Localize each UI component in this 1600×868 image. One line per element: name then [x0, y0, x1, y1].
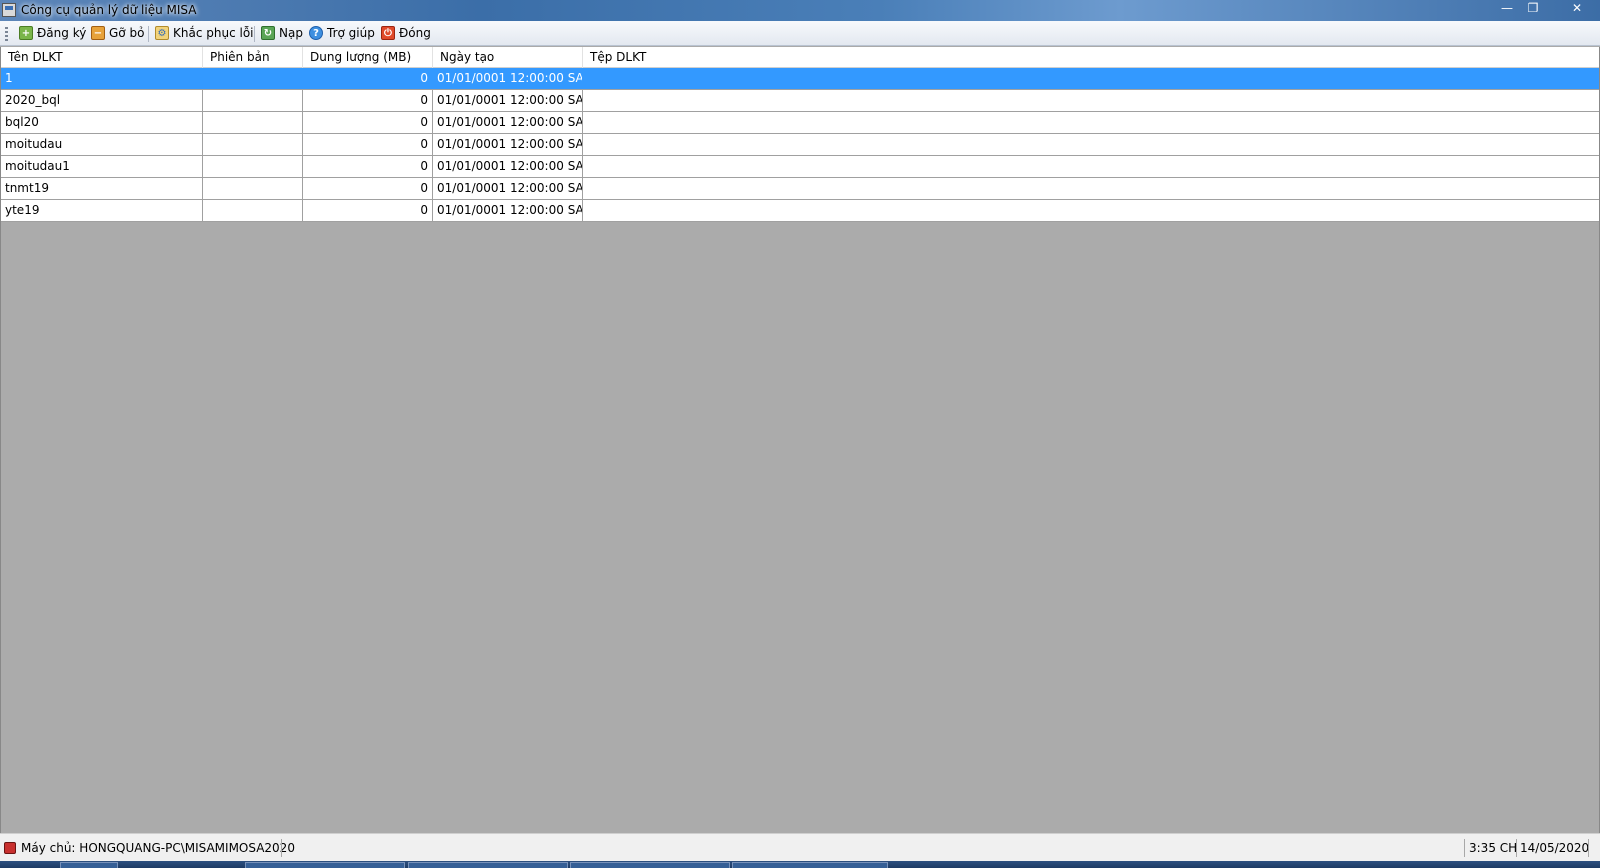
cell-name: 1: [1, 68, 203, 89]
table-row[interactable]: yte19 0 01/01/0001 12:00:00 SA: [1, 200, 1599, 222]
restore-button[interactable]: ❐: [1520, 0, 1546, 18]
cell-file: [583, 68, 1599, 89]
table-row[interactable]: 2020_bql 0 01/01/0001 12:00:00 SA: [1, 90, 1599, 112]
app-icon: [2, 3, 16, 17]
table-row[interactable]: moitudau 0 01/01/0001 12:00:00 SA: [1, 134, 1599, 156]
cell-created: 01/01/0001 12:00:00 SA: [433, 178, 583, 199]
toolbar-grip[interactable]: [5, 27, 8, 41]
column-header-file[interactable]: Tệp DLKT: [583, 47, 1599, 68]
status-separator: [1516, 839, 1517, 857]
status-bar: Máy chủ: HONGQUANG-PC\MISAMIMOSA2020 3:3…: [0, 833, 1600, 861]
repair-button[interactable]: ⚙ Khắc phục lỗi: [155, 24, 254, 42]
taskbar-item[interactable]: [245, 862, 405, 868]
cell-size: 0: [303, 112, 433, 133]
cell-file: [583, 156, 1599, 177]
remove-label: Gỡ bỏ: [109, 26, 145, 40]
cell-size: 0: [303, 178, 433, 199]
column-header-version[interactable]: Phiên bản: [203, 47, 303, 68]
cell-version: [203, 90, 303, 111]
cell-file: [583, 90, 1599, 111]
toolbar-separator: [148, 26, 149, 42]
cell-file: [583, 200, 1599, 221]
close-window-button[interactable]: ✕: [1560, 0, 1594, 18]
cell-version: [203, 68, 303, 89]
help-button[interactable]: ? Trợ giúp: [309, 24, 375, 42]
status-separator: [281, 839, 282, 857]
data-grid[interactable]: Tên DLKT Phiên bản Dung lượng (MB) Ngày …: [0, 47, 1600, 833]
toolbar-separator: [254, 26, 255, 42]
taskbar-item[interactable]: [570, 862, 730, 868]
taskbar-item[interactable]: [60, 862, 118, 868]
help-label: Trợ giúp: [327, 26, 375, 40]
toolbar: + Đăng ký − Gỡ bỏ ⚙ Khắc phục lỗi ↻ Nạp …: [0, 21, 1600, 46]
minimize-button[interactable]: —: [1494, 0, 1520, 18]
close-label: Đóng: [399, 26, 431, 40]
column-header-created[interactable]: Ngày tạo: [433, 47, 583, 68]
cell-version: [203, 134, 303, 155]
register-label: Đăng ký: [37, 26, 87, 40]
column-header-size[interactable]: Dung lượng (MB): [303, 47, 433, 68]
plus-icon: +: [19, 26, 33, 40]
cell-file: [583, 112, 1599, 133]
cell-created: 01/01/0001 12:00:00 SA: [433, 156, 583, 177]
table-row[interactable]: tnmt19 0 01/01/0001 12:00:00 SA: [1, 178, 1599, 200]
taskbar-item[interactable]: [408, 862, 568, 868]
cell-created: 01/01/0001 12:00:00 SA: [433, 112, 583, 133]
reload-button[interactable]: ↻ Nạp: [261, 24, 303, 42]
cell-file: [583, 134, 1599, 155]
cell-name: moitudau1: [1, 156, 203, 177]
cell-name: bql20: [1, 112, 203, 133]
power-icon: ⏻: [381, 26, 395, 40]
register-button[interactable]: + Đăng ký: [19, 24, 86, 42]
cell-version: [203, 112, 303, 133]
cell-created: 01/01/0001 12:00:00 SA: [433, 134, 583, 155]
cell-name: 2020_bql: [1, 90, 203, 111]
cell-size: 0: [303, 68, 433, 89]
cell-created: 01/01/0001 12:00:00 SA: [433, 90, 583, 111]
title-bar: Công cụ quản lý dữ liệu MISA — ❐ ✕: [0, 0, 1600, 21]
cell-size: 0: [303, 156, 433, 177]
cell-version: [203, 200, 303, 221]
cell-version: [203, 156, 303, 177]
reload-icon: ↻: [261, 26, 275, 40]
grid-header: Tên DLKT Phiên bản Dung lượng (MB) Ngày …: [1, 47, 1599, 68]
status-time: 3:35 CH: [1469, 841, 1518, 855]
cell-size: 0: [303, 134, 433, 155]
table-row[interactable]: moitudau1 0 01/01/0001 12:00:00 SA: [1, 156, 1599, 178]
reload-label: Nạp: [279, 26, 303, 40]
remove-icon: −: [91, 26, 105, 40]
column-header-name[interactable]: Tên DLKT: [1, 47, 203, 68]
table-row[interactable]: bql20 0 01/01/0001 12:00:00 SA: [1, 112, 1599, 134]
server-status: Máy chủ: HONGQUANG-PC\MISAMIMOSA2020: [21, 841, 295, 855]
repair-label: Khắc phục lỗi: [173, 26, 254, 40]
cell-version: [203, 178, 303, 199]
status-separator: [1588, 839, 1589, 857]
cell-size: 0: [303, 90, 433, 111]
database-server-icon: [4, 842, 16, 854]
help-icon: ?: [309, 26, 323, 40]
cell-created: 01/01/0001 12:00:00 SA: [433, 200, 583, 221]
os-taskbar: [0, 861, 1600, 868]
taskbar-item[interactable]: [732, 862, 888, 868]
repair-icon: ⚙: [155, 26, 169, 40]
cell-created: 01/01/0001 12:00:00 SA: [433, 68, 583, 89]
status-separator: [1464, 839, 1465, 857]
cell-name: yte19: [1, 200, 203, 221]
status-date: 14/05/2020: [1520, 841, 1590, 855]
remove-button[interactable]: − Gỡ bỏ: [91, 24, 144, 42]
cell-name: tnmt19: [1, 178, 203, 199]
cell-file: [583, 178, 1599, 199]
table-row[interactable]: 1 0 01/01/0001 12:00:00 SA: [1, 68, 1599, 90]
close-button[interactable]: ⏻ Đóng: [381, 24, 431, 42]
cell-name: moitudau: [1, 134, 203, 155]
cell-size: 0: [303, 200, 433, 221]
window-title: Công cụ quản lý dữ liệu MISA: [21, 3, 197, 17]
